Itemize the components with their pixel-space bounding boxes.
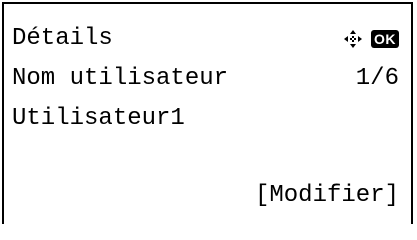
page-indicator: 1/6 xyxy=(355,65,399,92)
screen-title: Détails xyxy=(12,25,113,52)
dpad-arrows-icon xyxy=(344,30,362,48)
nav-hint: OK xyxy=(343,29,399,49)
modify-softkey-button[interactable]: [Modifier] xyxy=(255,181,399,211)
lcd-panel: Détails OK Nom utilisateur 1/6 Utilisate… xyxy=(2,2,413,224)
ok-key-icon: OK xyxy=(371,30,399,48)
field-value: Utilisateur1 xyxy=(12,105,185,132)
field-label: Nom utilisateur xyxy=(12,65,229,92)
